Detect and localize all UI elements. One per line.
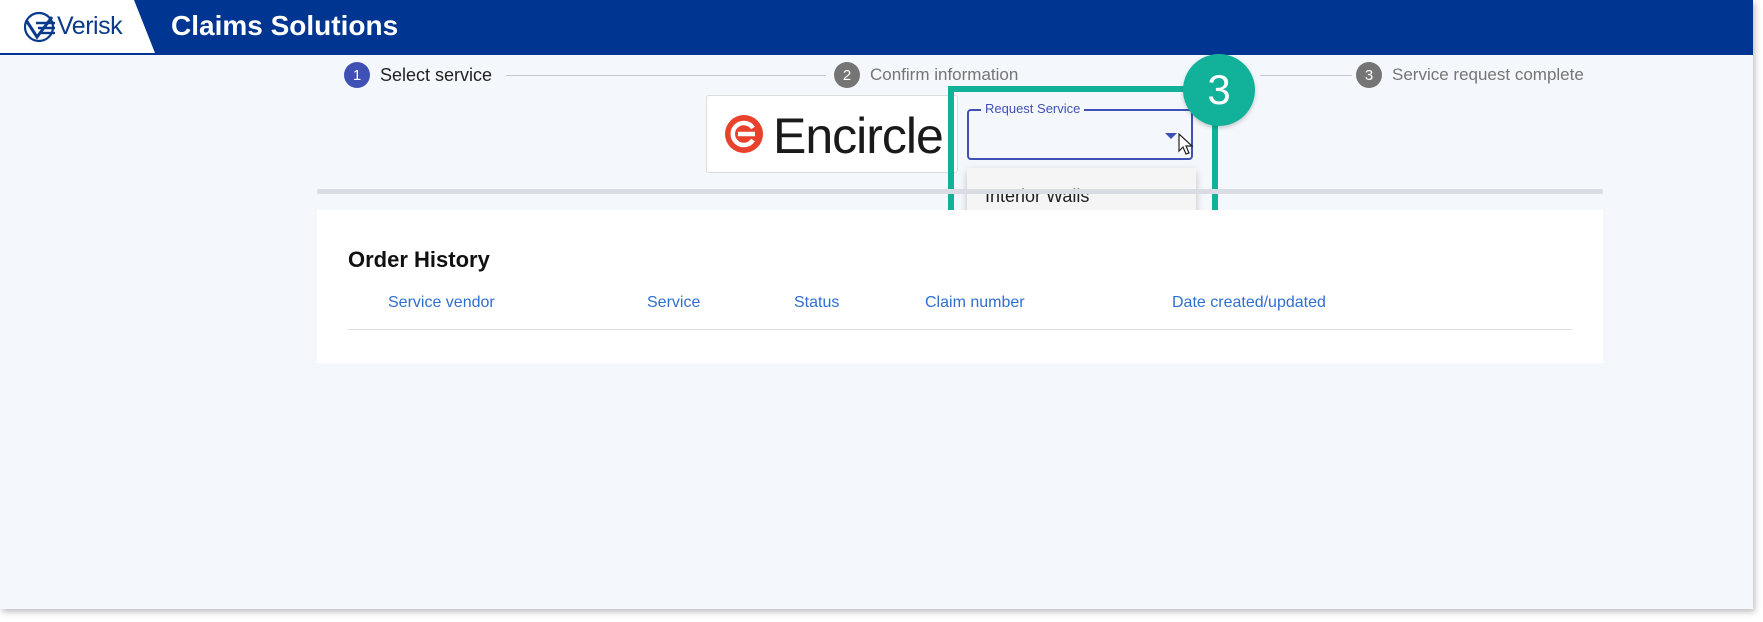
step-confirm-information[interactable]: 2 Confirm information <box>834 62 1018 88</box>
encircle-logo-icon <box>725 115 763 153</box>
column-header-service[interactable]: Service <box>647 294 700 312</box>
step-number: 1 <box>344 62 370 88</box>
top-bar: Verisk Claims Solutions <box>0 0 1753 55</box>
step-label: Select service <box>380 64 493 85</box>
vendor-name: Encircle <box>773 108 944 164</box>
verisk-logo-icon <box>23 11 55 43</box>
app-window: Verisk Claims Solutions 1 Select service… <box>0 0 1753 609</box>
step-number: 3 <box>1356 62 1382 88</box>
step-label: Confirm information <box>870 65 1019 84</box>
section-divider <box>317 189 1603 194</box>
column-header-date-created-updated[interactable]: Date created/updated <box>1172 294 1326 312</box>
step-label: Service request complete <box>1392 65 1584 84</box>
step-number: 2 <box>834 62 860 88</box>
step-connector <box>1260 75 1352 76</box>
step-connector <box>506 75 826 76</box>
step-service-request-complete[interactable]: 3 Service request complete <box>1356 62 1584 88</box>
column-header-status[interactable]: Status <box>794 294 839 312</box>
vendor-card[interactable]: Encircle <box>706 95 958 173</box>
table-header-rule <box>348 329 1572 330</box>
order-history-panel: Order History Service vendor Service Sta… <box>317 210 1603 363</box>
logo-text: Verisk <box>57 12 123 40</box>
annotation-step-badge: 3 <box>1183 54 1255 126</box>
verisk-logo[interactable]: Verisk <box>0 0 155 53</box>
step-select-service[interactable]: 1 Select service <box>344 62 492 88</box>
app-title: Claims Solutions <box>171 10 399 41</box>
column-header-service-vendor[interactable]: Service vendor <box>388 294 495 312</box>
order-history-title: Order History <box>348 247 490 272</box>
column-header-claim-number[interactable]: Claim number <box>925 294 1025 312</box>
